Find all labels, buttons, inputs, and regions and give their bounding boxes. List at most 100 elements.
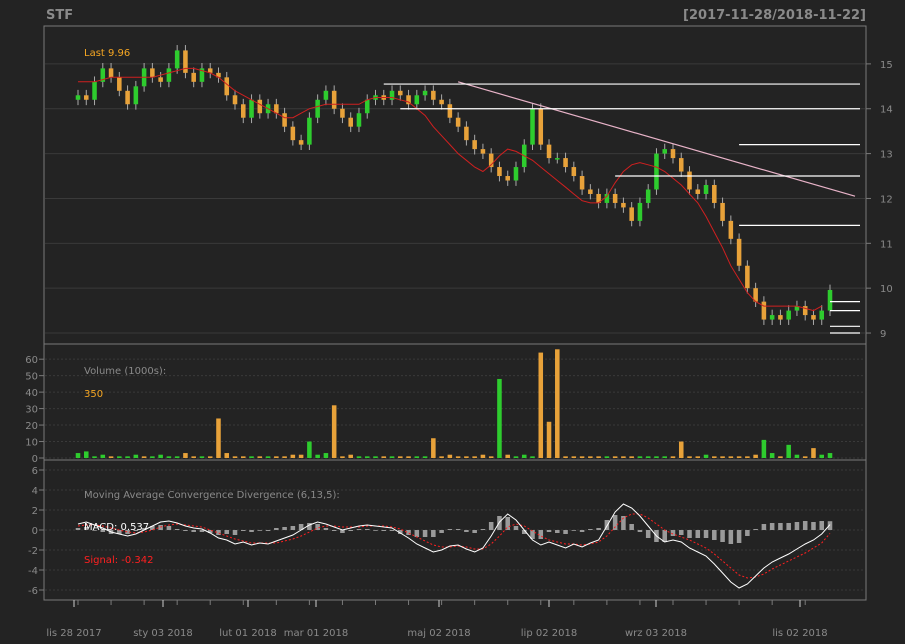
macd-histogram-bar <box>645 530 651 538</box>
macd-histogram-bar <box>290 526 296 530</box>
price-bar <box>612 193 618 203</box>
price-bar <box>75 95 81 100</box>
volume-bar <box>563 456 568 458</box>
volume-bar <box>282 456 287 458</box>
volume-bar <box>513 456 519 458</box>
macd-histogram-bar <box>241 530 246 531</box>
volume-bar <box>241 456 246 458</box>
price-bar <box>464 126 469 141</box>
volume-bar <box>761 439 767 458</box>
volume-bar <box>728 456 734 458</box>
macd-histogram-bar <box>422 530 428 537</box>
volume-bar <box>439 456 444 458</box>
price-bar <box>150 68 155 78</box>
volume-bar <box>364 456 370 458</box>
volume-bar <box>224 453 230 458</box>
macd-histogram-bar <box>265 530 271 531</box>
macd-histogram-bar <box>373 530 378 531</box>
volume-bar <box>381 456 387 458</box>
volume-bar <box>654 456 659 458</box>
x-tick-label: mar 01 2018 <box>284 628 349 639</box>
price-bar <box>158 77 163 82</box>
price-bar <box>645 189 651 203</box>
macd-histogram-bar <box>745 530 750 536</box>
macd-histogram-bar <box>447 529 453 530</box>
price-bar <box>662 149 667 154</box>
volume-bar <box>745 456 750 458</box>
x-tick-label: lip 02 2018 <box>521 628 577 639</box>
volume-bar <box>373 456 378 458</box>
volume-bar <box>166 456 172 458</box>
price-bar <box>414 95 420 105</box>
macd-histogram-bar <box>736 530 742 543</box>
volume-y-tick-label: 20 <box>25 421 38 432</box>
macd-histogram-bar <box>191 530 196 532</box>
price-bar <box>555 158 560 160</box>
price-bar <box>224 77 230 96</box>
macd-histogram-bar <box>637 530 643 532</box>
macd-histogram-bar <box>571 530 577 531</box>
macd-histogram-bar <box>753 529 758 530</box>
volume-bar <box>736 456 742 458</box>
price-y-tick-label: 15 <box>880 60 893 71</box>
volume-bar <box>497 378 502 458</box>
price-y-tick-label: 10 <box>880 284 893 295</box>
price-bar <box>695 189 701 194</box>
macd-histogram-bar <box>431 530 436 537</box>
volume-bar <box>670 456 676 458</box>
volume-bar <box>703 454 709 458</box>
axis-layer: 9 10 11 12 13 14 15 0 10 20 30 40 50 60 -6 -4 -2 0 2 4 6 lis … <box>25 60 892 639</box>
volume-bar <box>811 448 816 458</box>
macd-histogram-bar <box>555 530 560 533</box>
volume-y-tick-label: 40 <box>25 388 38 399</box>
price-bar <box>761 301 767 320</box>
x-tick-label: lis 28 2017 <box>46 628 101 639</box>
macd-histogram-bar <box>356 529 362 530</box>
price-bar <box>480 149 486 154</box>
price-bar <box>703 185 709 194</box>
volume-bar <box>538 352 544 458</box>
volume-bar <box>480 454 486 458</box>
price-bar <box>621 202 626 208</box>
volume-bar <box>340 456 345 458</box>
price-bar <box>629 207 634 221</box>
volume-bar <box>530 456 535 458</box>
volume-bar <box>769 453 775 458</box>
volume-bar <box>174 456 180 458</box>
x-tick-label: sty 03 2018 <box>133 628 193 639</box>
macd-histogram-bar <box>348 530 353 531</box>
price-bar <box>431 90 436 100</box>
macd-histogram-bar <box>389 530 395 531</box>
volume-bar <box>83 451 89 458</box>
price-bar <box>323 90 329 100</box>
macd-y-tick-label: -2 <box>28 546 38 557</box>
volume-bar <box>356 456 362 458</box>
volume-bar <box>571 456 577 458</box>
volume-bar <box>447 454 453 458</box>
price-bar <box>232 95 238 105</box>
macd-histogram-bar <box>662 530 667 542</box>
price-bar <box>331 90 337 109</box>
price-bar <box>92 81 97 100</box>
volume-bar <box>141 456 147 458</box>
price-y-tick-label: 9 <box>880 329 886 340</box>
volume-bar <box>150 456 155 458</box>
volume-bar <box>579 456 585 458</box>
price-bar <box>530 108 535 145</box>
macd-histogram-bar <box>712 530 717 540</box>
macd-histogram-bar <box>579 530 585 532</box>
volume-bar <box>232 456 238 458</box>
macd-y-tick-label: 4 <box>32 486 38 497</box>
price-bar <box>513 167 519 181</box>
price-layer <box>75 45 860 334</box>
price-bar <box>588 189 593 194</box>
macd-histogram-bar <box>75 528 81 530</box>
price-bar <box>117 77 122 91</box>
macd-y-tick-label: 0 <box>32 526 38 537</box>
macd-histogram-bar <box>629 524 634 530</box>
volume-bar <box>257 456 263 458</box>
price-bar <box>241 104 246 118</box>
price-bar <box>472 140 477 150</box>
price-bar <box>571 167 577 177</box>
volume-bar <box>612 456 618 458</box>
